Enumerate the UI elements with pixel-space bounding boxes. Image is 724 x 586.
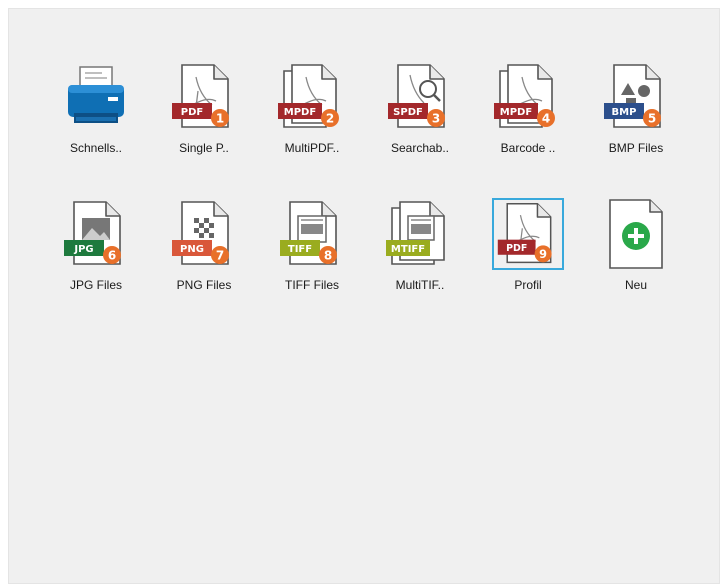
tile-profil[interactable]: PDF 9 Profil — [476, 194, 580, 304]
pdf-profile-icon: PDF 9 — [497, 203, 552, 264]
svg-text:MPDF: MPDF — [284, 107, 316, 118]
svg-text:2: 2 — [326, 112, 334, 126]
svg-text:JPG: JPG — [73, 244, 93, 255]
tile-label: Neu — [624, 278, 647, 292]
tile-png-files[interactable]: PNG 7 PNG Files — [152, 194, 256, 304]
tile-label: MultiTIF.. — [395, 278, 445, 292]
tile-label: TIFF Files — [285, 278, 339, 292]
tile-icon-box: PDF 1 — [168, 61, 240, 133]
bmp-file-icon: BMP 5 — [604, 64, 661, 128]
tile-searchable-pdf[interactable]: SPDF 3 Searchab.. — [368, 57, 472, 167]
tile-icon-box — [60, 61, 132, 133]
tile-tiff-files[interactable]: TIFF 8 TIFF Files — [260, 194, 364, 304]
svg-text:3: 3 — [432, 112, 440, 126]
tile-icon-box: SPDF 3 — [384, 61, 456, 133]
tile-jpg-files[interactable]: JPG 6 JPG Files — [44, 194, 148, 304]
svg-text:SPDF: SPDF — [393, 107, 423, 118]
svg-text:5: 5 — [648, 112, 656, 126]
tile-icon-box: JPG 6 — [60, 198, 132, 270]
profile-grid-panel: Schnells.. PDF 1 Single P.. MPDF 2 Multi… — [8, 8, 720, 584]
svg-text:6: 6 — [108, 249, 116, 263]
png-file-icon: PNG 7 — [172, 201, 229, 265]
svg-text:PNG: PNG — [180, 244, 204, 255]
tile-neu[interactable]: Neu — [584, 194, 688, 304]
svg-text:8: 8 — [324, 249, 332, 263]
tile-label: PNG Files — [176, 278, 232, 292]
tile-icon-box: PDF 9 — [492, 198, 564, 270]
add-new-icon — [609, 199, 663, 269]
tile-label: Profil — [514, 278, 542, 292]
tile-label: Single P.. — [179, 141, 229, 155]
tile-label: Barcode .. — [500, 141, 556, 155]
tile-schnellscan[interactable]: Schnells.. — [44, 57, 148, 167]
tile-label: Searchab.. — [390, 141, 450, 155]
svg-text:9: 9 — [539, 247, 547, 261]
tile-multi-pdf[interactable]: MPDF 2 MultiPDF.. — [260, 57, 364, 167]
svg-text:TIFF: TIFF — [288, 244, 312, 255]
tile-bmp-files[interactable]: BMP 5 BMP Files — [584, 57, 688, 167]
tile-icon-box: MPDF 4 — [492, 61, 564, 133]
jpg-file-icon: JPG 6 — [64, 201, 121, 265]
tile-icon-box: BMP 5 — [600, 61, 672, 133]
tile-label: MultiPDF.. — [284, 141, 340, 155]
svg-text:7: 7 — [216, 249, 224, 263]
svg-text:MPDF: MPDF — [500, 107, 532, 118]
tile-icon-box: MTIFF — [384, 198, 456, 270]
tile-icon-box: TIFF 8 — [276, 198, 348, 270]
tile-label: JPG Files — [69, 278, 122, 292]
tile-multi-tiff[interactable]: MTIFF MultiTIF.. — [368, 194, 472, 304]
tile-icon-box — [600, 198, 672, 270]
svg-text:PDF: PDF — [506, 243, 527, 254]
barcode-multi-pdf-icon: MPDF 4 — [494, 64, 555, 128]
tile-single-pdf[interactable]: PDF 1 Single P.. — [152, 57, 256, 167]
svg-text:BMP: BMP — [612, 107, 637, 118]
tile-barcode[interactable]: MPDF 4 Barcode .. — [476, 57, 580, 167]
multi-pdf-document-icon: MPDF 2 — [278, 64, 339, 128]
tile-icon-box: PNG 7 — [168, 198, 240, 270]
svg-text:4: 4 — [542, 112, 550, 126]
tile-label: Schnells.. — [69, 141, 123, 155]
multi-tiff-file-icon: MTIFF — [386, 201, 445, 265]
tile-label: BMP Files — [608, 141, 664, 155]
printer-icon — [68, 66, 124, 123]
svg-text:1: 1 — [216, 112, 224, 126]
svg-text:MTIFF: MTIFF — [391, 244, 425, 255]
tile-icon-box: MPDF 2 — [276, 61, 348, 133]
svg-text:PDF: PDF — [181, 107, 203, 118]
searchable-pdf-icon: SPDF 3 — [388, 64, 445, 128]
tiff-file-icon: TIFF 8 — [280, 201, 337, 265]
pdf-document-icon: PDF 1 — [172, 64, 229, 128]
